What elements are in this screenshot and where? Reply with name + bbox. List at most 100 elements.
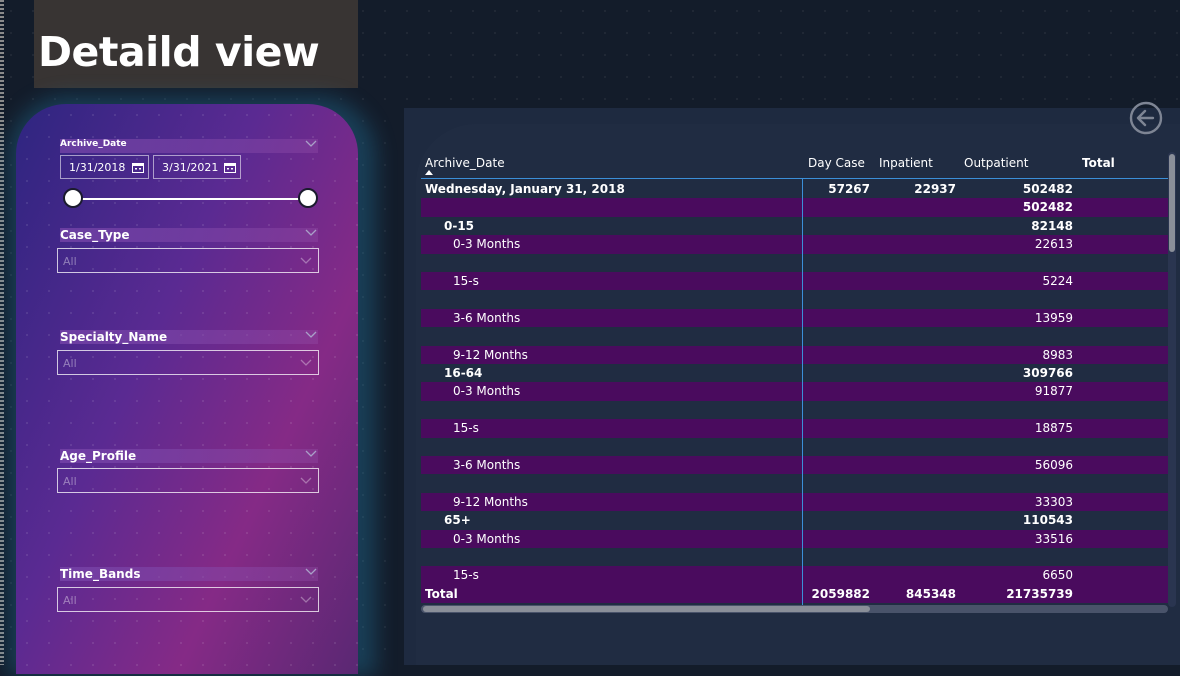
table-row[interactable]: 0-15 82148 — [421, 217, 1168, 235]
table-row[interactable]: 16-64 309766 — [421, 364, 1168, 382]
cell-inpatient: 22937 — [914, 182, 956, 196]
date-range-start-handle[interactable] — [63, 188, 83, 208]
calendar-icon[interactable] — [224, 162, 236, 173]
vertical-scrollbar-thumb[interactable] — [1169, 154, 1175, 252]
cell-day-case: 57267 — [828, 182, 870, 196]
cell-outpatient: 33516 — [1034, 531, 1073, 546]
total-row[interactable]: Total 2059882 845348 21735739 — [421, 584, 1168, 604]
row-label: 0-3 Months — [453, 384, 521, 399]
time-bands-value: All — [63, 594, 77, 607]
cell-outpatient: 33303 — [1034, 494, 1073, 509]
table-row[interactable] — [421, 254, 1168, 272]
cell-outpatient: 56096 — [1034, 458, 1073, 472]
start-date-input[interactable]: 1/31/2018 — [60, 155, 149, 179]
start-date-value: 1/31/2018 — [69, 161, 126, 174]
row-label: 15-s — [453, 274, 479, 288]
case-type-value: All — [63, 255, 77, 268]
row-label: 3-6 Months — [453, 310, 521, 325]
chevron-down-icon[interactable] — [305, 331, 317, 339]
age-profile-label: Age_Profile — [60, 449, 137, 463]
table-row[interactable] — [421, 290, 1168, 308]
cell-outpatient: 8983 — [1042, 347, 1073, 362]
table-row[interactable]: 0-3 Months 22613 — [421, 235, 1168, 254]
cell-outpatient: 13959 — [1034, 310, 1073, 325]
cell-outpatient: 82148 — [1031, 218, 1073, 233]
table-row[interactable]: 15-s 18875 — [421, 419, 1168, 438]
table-row[interactable] — [421, 474, 1168, 492]
end-date-input[interactable]: 3/31/2021 — [153, 155, 241, 179]
table-row[interactable] — [421, 401, 1168, 419]
chevron-down-icon[interactable] — [305, 140, 317, 148]
chevron-down-icon[interactable] — [305, 450, 317, 458]
canvas-edge-marker — [0, 0, 4, 665]
table-row[interactable]: 502482 — [421, 198, 1168, 217]
page-title: Detaild view — [38, 28, 320, 76]
row-header-divider — [802, 178, 803, 605]
cell-outpatient: 18875 — [1034, 421, 1073, 436]
cell-outpatient: 21735739 — [1006, 586, 1073, 601]
cell-outpatient: 22613 — [1034, 237, 1073, 252]
sort-ascending-icon[interactable] — [425, 170, 433, 175]
table-row[interactable]: 9-12 Months 33303 — [421, 492, 1168, 512]
arrow-left-circle-icon[interactable] — [1128, 100, 1164, 136]
row-label: 15-s — [453, 421, 479, 436]
table-row[interactable] — [421, 438, 1168, 456]
case-type-label: Case_Type — [60, 228, 130, 242]
chevron-down-icon[interactable] — [300, 359, 312, 367]
header-divider — [421, 178, 1168, 179]
row-label: 0-15 — [444, 218, 475, 233]
horizontal-scrollbar-thumb[interactable] — [423, 606, 870, 612]
table-row[interactable]: 65+ 110543 — [421, 511, 1168, 529]
table-row[interactable]: 3-6 Months 56096 — [421, 456, 1168, 475]
column-header-archive-date[interactable]: Archive_Date — [425, 156, 505, 170]
end-date-value: 3/31/2021 — [162, 161, 219, 174]
table-row[interactable]: 15-s 5224 — [421, 272, 1168, 291]
cell-inpatient: 845348 — [905, 586, 956, 601]
table-row[interactable] — [421, 548, 1168, 566]
row-label: 0-3 Months — [453, 237, 521, 252]
table-row[interactable]: 15-s 6650 — [421, 566, 1168, 585]
case-type-dropdown[interactable]: All — [57, 248, 319, 273]
date-range-slider-track[interactable] — [72, 198, 310, 200]
time-bands-label: Time_Bands — [60, 567, 141, 581]
chevron-down-icon[interactable] — [300, 596, 312, 604]
cell-day-case: 2059882 — [811, 586, 870, 601]
table-row[interactable] — [421, 327, 1168, 345]
table-row[interactable]: 9-12 Months 8983 — [421, 345, 1168, 364]
cell-outpatient: 502482 — [1022, 182, 1073, 196]
specialty-name-dropdown[interactable]: All — [57, 350, 319, 375]
row-label: 9-12 Months — [453, 347, 528, 362]
column-header-inpatient[interactable]: Inpatient — [879, 156, 933, 170]
chevron-down-icon[interactable] — [300, 477, 312, 485]
table-row[interactable]: 0-3 Months 33516 — [421, 529, 1168, 548]
specialty-name-value: All — [63, 357, 77, 370]
cell-outpatient: 5224 — [1042, 274, 1073, 288]
age-profile-dropdown[interactable]: All — [57, 468, 319, 493]
total-label: Total — [425, 586, 458, 601]
archive-date-label: Archive_Date — [60, 139, 127, 149]
table-row[interactable]: Wednesday, January 31, 2018 57267 22937 502… — [421, 180, 1168, 198]
chevron-down-icon[interactable] — [305, 568, 317, 576]
chevron-down-icon[interactable] — [300, 257, 312, 265]
table-row[interactable]: 0-3 Months 91877 — [421, 382, 1168, 401]
row-label: Wednesday, January 31, 2018 — [425, 182, 625, 196]
row-label: 0-3 Months — [453, 531, 521, 546]
row-label: 65+ — [444, 513, 471, 528]
date-range-end-handle[interactable] — [298, 188, 318, 208]
age-profile-value: All — [63, 475, 77, 488]
cell-outpatient: 502482 — [1022, 200, 1073, 215]
column-header-day-case[interactable]: Day Case — [808, 156, 865, 170]
calendar-icon[interactable] — [132, 162, 144, 173]
cell-outpatient: 6650 — [1042, 568, 1073, 583]
row-label: 15-s — [453, 568, 479, 583]
row-label: 3-6 Months — [453, 458, 521, 472]
cell-outpatient: 91877 — [1034, 384, 1073, 399]
cell-outpatient: 110543 — [1022, 513, 1073, 528]
specialty-name-label: Specialty_Name — [60, 330, 168, 344]
row-label: 9-12 Months — [453, 494, 528, 509]
column-header-outpatient[interactable]: Outpatient — [964, 156, 1028, 170]
time-bands-dropdown[interactable]: All — [57, 587, 319, 612]
column-header-total[interactable]: Total — [1082, 156, 1115, 170]
table-row[interactable]: 3-6 Months 13959 — [421, 308, 1168, 328]
chevron-down-icon[interactable] — [305, 229, 317, 237]
